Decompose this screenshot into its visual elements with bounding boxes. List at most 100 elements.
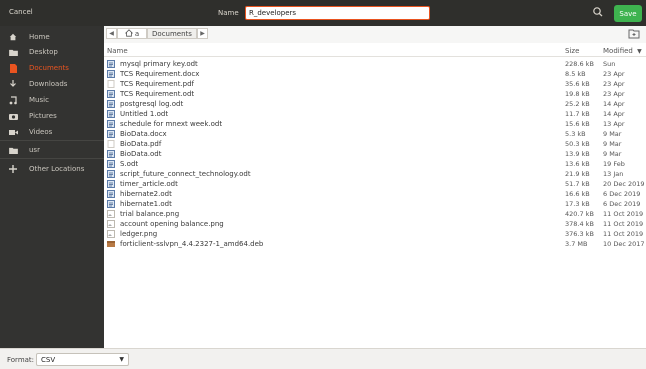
sidebar-item-label: Downloads	[29, 80, 68, 88]
pdf-icon	[107, 80, 115, 88]
file-modified: Sun	[603, 60, 616, 68]
file-size: 378.4 kB	[565, 220, 594, 228]
path-back-button[interactable]: ◀	[106, 28, 117, 39]
sidebar-item-documents[interactable]: Documents	[0, 60, 104, 76]
download-icon	[7, 78, 19, 90]
column-header-size[interactable]: Size	[565, 47, 579, 55]
sidebar-divider	[0, 140, 104, 141]
sidebar-item-home[interactable]: Home	[0, 29, 104, 45]
file-row[interactable]: schedule for mnext week.odt 15.6 kB 13 Apr	[104, 119, 646, 129]
document-icon	[107, 60, 115, 68]
document-icon	[107, 180, 115, 188]
file-modified: 23 Apr	[603, 90, 625, 98]
sidebar-item-music[interactable]: Music	[0, 92, 104, 108]
file-size: 15.6 kB	[565, 120, 590, 128]
column-header-name[interactable]: Name	[107, 47, 128, 55]
file-size: 51.7 kB	[565, 180, 590, 188]
pdf-icon	[107, 140, 115, 148]
header-bar: Cancel Name R_developers Save	[0, 0, 646, 26]
file-size: 13.6 kB	[565, 160, 590, 168]
file-modified: 23 Apr	[603, 80, 625, 88]
format-label: Format:	[7, 356, 35, 364]
documents-icon	[7, 62, 19, 74]
search-button[interactable]	[590, 5, 606, 20]
file-row[interactable]: timer_article.odt 51.7 kB 20 Dec 2019	[104, 179, 646, 189]
file-browser: ◀ a Documents ▶ Name Size Modified ▼ mys…	[104, 26, 646, 348]
filename-input[interactable]: R_developers	[245, 6, 430, 20]
file-name: S.odt	[120, 160, 139, 168]
file-row[interactable]: forticlient-sslvpn_4.4.2327-1_amd64.deb 3…	[104, 239, 646, 249]
file-size: 21.9 kB	[565, 170, 590, 178]
document-icon	[107, 110, 115, 118]
file-row[interactable]: hibernate2.odt 16.6 kB 6 Dec 2019	[104, 189, 646, 199]
file-row[interactable]: BioData.docx 5.3 kB 9 Mar	[104, 129, 646, 139]
path-forward-button[interactable]: ▶	[197, 28, 208, 39]
column-headers: Name Size Modified ▼	[104, 45, 646, 57]
cancel-button[interactable]: Cancel	[9, 8, 33, 16]
file-name: postgresql log.odt	[120, 100, 184, 108]
file-row[interactable]: account opening balance.png 378.4 kB 11 Oc…	[104, 219, 646, 229]
file-modified: 11 Oct 2019	[603, 210, 644, 218]
file-size: 5.3 kB	[565, 130, 586, 138]
sidebar-item-pictures[interactable]: Pictures	[0, 108, 104, 124]
image-icon	[107, 210, 115, 218]
name-label: Name	[218, 9, 239, 17]
file-size: 17.3 kB	[565, 200, 590, 208]
file-row[interactable]: trial balance.png 420.7 kB 11 Oct 2019	[104, 209, 646, 219]
file-size: 3.7 MB	[565, 240, 588, 248]
sidebar-item-downloads[interactable]: Downloads	[0, 76, 104, 92]
pathbar: ◀ a Documents ▶	[104, 26, 646, 43]
file-row[interactable]: S.odt 13.6 kB 19 Feb	[104, 159, 646, 169]
file-modified: 9 Mar	[603, 140, 622, 148]
sidebar-item-usr[interactable]: usr	[0, 142, 104, 158]
document-icon	[107, 130, 115, 138]
search-icon	[593, 7, 603, 17]
plus-icon	[7, 163, 19, 175]
footer: Format: CSV ▼	[0, 348, 646, 369]
breadcrumb-home[interactable]: a	[117, 28, 147, 39]
package-icon	[107, 240, 115, 248]
home-icon	[124, 28, 134, 39]
file-row[interactable]: TCS Requirement.pdf 35.6 kB 23 Apr	[104, 79, 646, 89]
file-row[interactable]: Untitled 1.odt 11.7 kB 14 Apr	[104, 109, 646, 119]
document-icon	[107, 150, 115, 158]
image-icon	[107, 220, 115, 228]
breadcrumb-home-label: a	[134, 29, 140, 38]
document-icon	[107, 120, 115, 128]
file-row[interactable]: BioData.odt 13.9 kB 9 Mar	[104, 149, 646, 159]
file-row[interactable]: ledger.png 376.3 kB 11 Oct 2019	[104, 229, 646, 239]
sidebar-item-desktop[interactable]: Desktop	[0, 44, 104, 60]
music-icon	[7, 94, 19, 106]
new-folder-button[interactable]	[628, 28, 640, 39]
file-row[interactable]: postgresql log.odt 25.2 kB 14 Apr	[104, 99, 646, 109]
column-header-modified[interactable]: Modified ▼	[603, 47, 642, 55]
document-icon	[107, 200, 115, 208]
file-name: TCS Requirement.odt	[120, 90, 195, 98]
file-name: Untitled 1.odt	[120, 110, 169, 118]
file-list: mysql primary key.odt 228.6 kB Sun TCS Requ…	[104, 59, 646, 249]
file-modified: 10 Dec 2017	[603, 240, 645, 248]
folder-icon	[7, 144, 19, 156]
sidebar-item-videos[interactable]: Videos	[0, 124, 104, 140]
file-name: BioData.docx	[120, 130, 167, 138]
file-modified: 14 Apr	[603, 100, 625, 108]
file-row[interactable]: hibernate1.odt 17.3 kB 6 Dec 2019	[104, 199, 646, 209]
image-icon	[107, 230, 115, 238]
file-modified: 6 Dec 2019	[603, 190, 641, 198]
file-name: trial balance.png	[120, 210, 180, 218]
file-row[interactable]: mysql primary key.odt 228.6 kB Sun	[104, 59, 646, 69]
sidebar-item-label: Home	[29, 33, 50, 41]
file-row[interactable]: script_future_connect_technology.odt 21.9…	[104, 169, 646, 179]
file-row[interactable]: TCS Requirement.odt 19.8 kB 23 Apr	[104, 89, 646, 99]
file-size: 420.7 kB	[565, 210, 594, 218]
save-button[interactable]: Save	[614, 5, 642, 22]
file-name: TCS Requirement.pdf	[120, 80, 195, 88]
file-name: BioData.pdf	[120, 140, 162, 148]
sidebar-item-other-locations[interactable]: Other Locations	[0, 161, 104, 177]
document-icon	[107, 70, 115, 78]
format-select[interactable]: CSV ▼	[36, 353, 129, 366]
sidebar-item-label: Pictures	[29, 112, 57, 120]
breadcrumb-documents[interactable]: Documents	[147, 28, 197, 39]
file-row[interactable]: TCS Requirement.docx 8.5 kB 23 Apr	[104, 69, 646, 79]
file-row[interactable]: BioData.pdf 50.3 kB 9 Mar	[104, 139, 646, 149]
